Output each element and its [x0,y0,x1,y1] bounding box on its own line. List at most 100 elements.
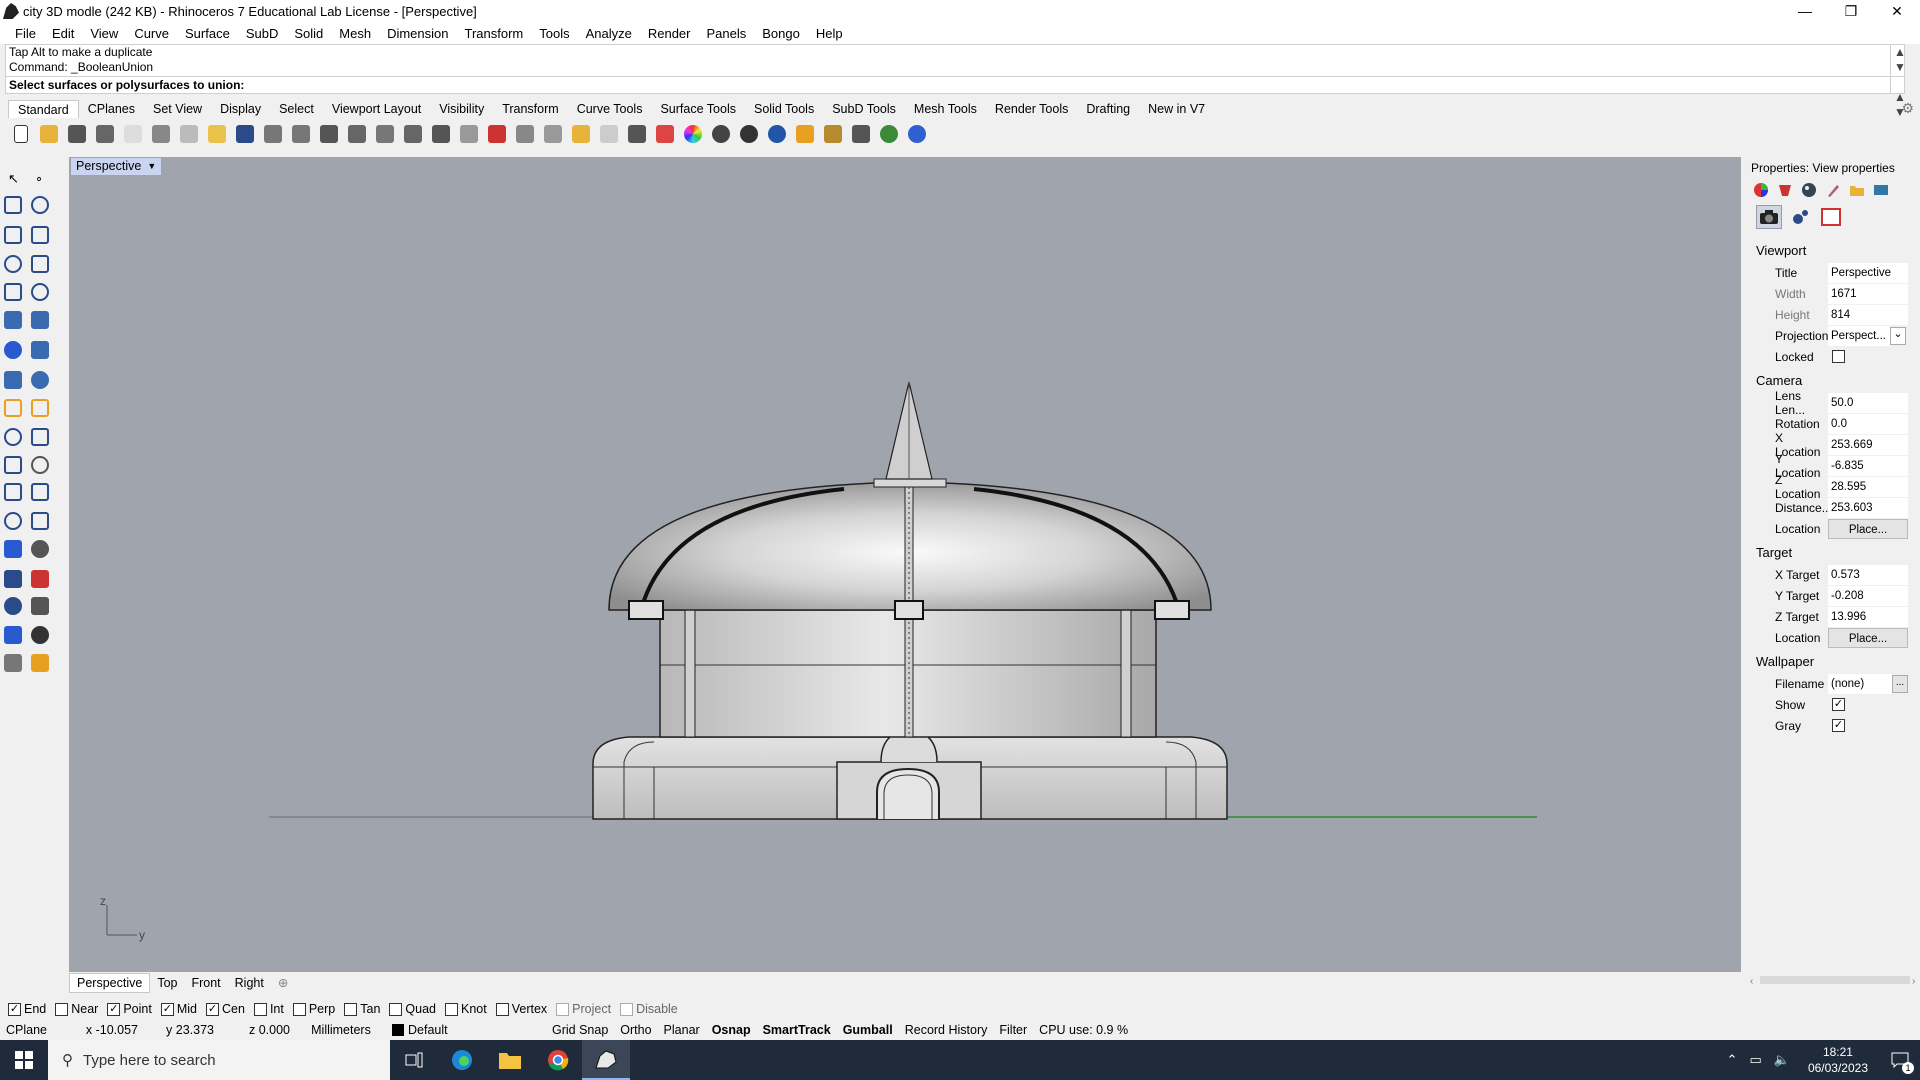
properties-hscrollbar[interactable]: ‹ › [1748,973,1920,987]
zoom-selected-icon[interactable] [400,121,426,147]
loft-icon[interactable] [29,309,51,331]
tab-subd-tools[interactable]: SubD Tools [823,100,905,118]
extend-icon[interactable] [2,481,24,503]
new-icon[interactable] [8,121,34,147]
prop-value-field[interactable]: 0.573 [1828,564,1908,585]
light-icon[interactable] [596,121,622,147]
pan-icon[interactable] [260,121,286,147]
toggle-osnap[interactable]: Osnap [706,1023,757,1037]
gear-icon[interactable]: ⚙ [1901,100,1914,117]
tab-standard[interactable]: Standard [8,100,79,118]
sphere-icon[interactable] [764,121,790,147]
prop-value-field[interactable]: 50.0 [1828,392,1908,413]
array-icon[interactable] [2,538,24,560]
rhino-taskbar-icon[interactable] [582,1040,630,1080]
frame-icon[interactable] [1818,205,1844,229]
osnap-checkbox[interactable] [292,1002,306,1016]
ellipse-icon[interactable] [29,224,51,246]
rectangle-icon[interactable] [29,253,51,275]
zoom-window-icon[interactable] [344,121,370,147]
copy-icon[interactable] [176,121,202,147]
perspective-viewport[interactable]: z y Perspective ▼ [69,157,1741,972]
menu-item-file[interactable]: File [7,26,44,41]
arc-icon[interactable] [2,281,24,303]
tab-viewport-layout[interactable]: Viewport Layout [323,100,430,118]
select-arrow-icon[interactable]: ↖ [2,166,24,188]
notification-icon[interactable]: 1 [1880,1040,1920,1080]
curve-icon[interactable] [29,194,51,216]
toggle-gumball[interactable]: Gumball [837,1023,899,1037]
menu-item-bongo[interactable]: Bongo [754,26,808,41]
text-icon[interactable] [2,510,24,532]
tab-transform[interactable]: Transform [493,100,568,118]
osnap-int[interactable]: Int [253,1002,284,1016]
folder-icon[interactable] [1847,181,1867,199]
grid-icon[interactable] [2,595,24,617]
cut-icon[interactable] [148,121,174,147]
paste-icon[interactable] [204,121,230,147]
fillet-icon[interactable] [29,281,51,303]
trim-icon[interactable] [29,481,51,503]
prop-value-field[interactable]: (none) [1828,673,1892,694]
brush-icon[interactable] [1823,181,1843,199]
render-icon[interactable] [736,121,762,147]
surface-icon[interactable] [2,309,24,331]
osnap-checkbox[interactable] [55,1002,69,1016]
chevron-up-icon[interactable]: ⌃ [1727,1052,1738,1068]
osnap-project[interactable]: Project [556,1002,611,1016]
shade-icon[interactable] [708,121,734,147]
prop-value-field[interactable]: -0.208 [1828,585,1908,606]
car-icon[interactable] [484,121,510,147]
toggle-ortho[interactable]: Ortho [614,1023,657,1037]
block-icon[interactable] [2,568,24,590]
light-icon[interactable] [29,652,51,674]
color-wheel-icon[interactable] [680,121,706,147]
prop-value-field[interactable]: 814 [1828,304,1908,325]
zoom-extents-icon[interactable] [372,121,398,147]
prop-value-field[interactable]: 0.0 [1828,413,1908,434]
cylinder-icon[interactable] [2,369,24,391]
add-viewport-tab-icon[interactable]: ⊕ [271,974,295,992]
menu-item-transform[interactable]: Transform [456,26,531,41]
file-explorer-icon[interactable] [486,1040,534,1080]
windows-start-button[interactable] [0,1040,48,1080]
mirror-icon[interactable] [29,538,51,560]
taskbar-search[interactable]: ⚲ Type here to search [48,1040,390,1080]
move-icon[interactable] [2,426,24,448]
polyline-icon[interactable] [2,194,24,216]
osnap-checkbox[interactable]: ✓ [160,1002,174,1016]
help-icon[interactable] [904,121,930,147]
viewport-tab-front[interactable]: Front [184,974,227,992]
camera-icon[interactable] [1756,205,1782,229]
units-label[interactable]: Millimeters [296,1023,386,1037]
polygon-icon[interactable] [2,253,24,275]
viewport-tab-perspective[interactable]: Perspective [69,973,151,993]
tab-surface-tools[interactable]: Surface Tools [651,100,745,118]
prop-checkbox[interactable] [1832,350,1845,363]
tab-mesh-tools[interactable]: Mesh Tools [905,100,986,118]
prop-checkbox[interactable]: ✓ [1832,698,1845,711]
join-icon[interactable] [29,397,51,419]
osnap-checkbox[interactable]: ✓ [107,1002,121,1016]
rotate-icon[interactable] [428,121,454,147]
osnap-checkbox[interactable] [344,1002,358,1016]
osnap-vertex[interactable]: Vertex [495,1002,547,1016]
menu-item-curve[interactable]: Curve [126,26,177,41]
osnap-cen[interactable]: ✓ Cen [206,1002,245,1016]
dimension-icon[interactable] [29,510,51,532]
zoom-icon[interactable] [316,121,342,147]
osnap-checkbox[interactable]: ✓ [8,1002,21,1016]
toggle-filter[interactable]: Filter [993,1023,1033,1037]
volume-icon[interactable]: 🔈 [1774,1052,1790,1068]
chevron-down-icon[interactable]: ⌄ [1890,326,1906,345]
viewport-title[interactable]: Perspective ▼ [71,158,162,175]
tab-display[interactable]: Display [211,100,270,118]
osnap-near[interactable]: Near [55,1002,98,1016]
environment-icon[interactable] [1799,181,1819,199]
osnap-tan[interactable]: Tan [344,1002,380,1016]
prop-value-field[interactable]: Perspective [1828,262,1908,283]
camera-icon[interactable] [512,121,538,147]
display-icon[interactable] [1871,181,1891,199]
place-button[interactable]: Place... [1828,518,1908,539]
command-scrollbar[interactable]: ▲ ▼ ▲ ▼ [1890,45,1906,119]
